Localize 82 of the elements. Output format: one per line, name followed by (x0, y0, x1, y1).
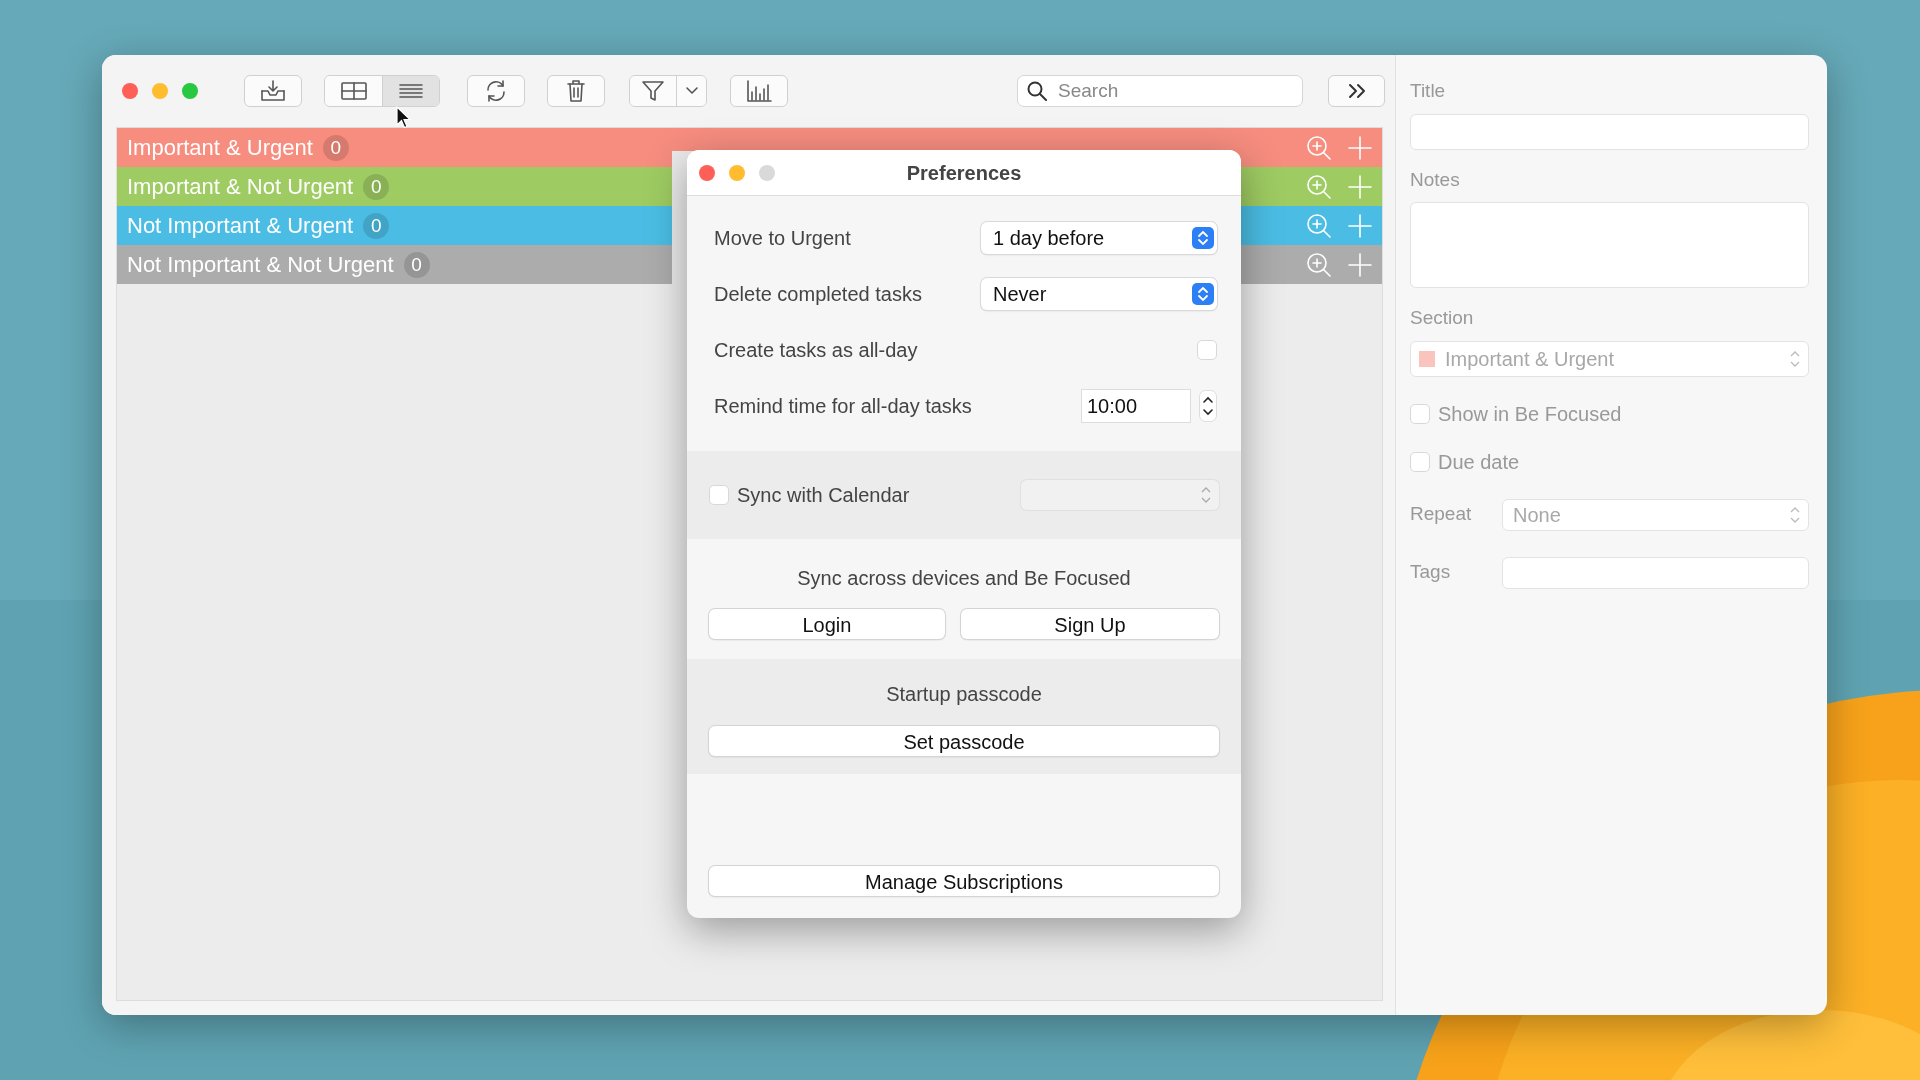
setting-label: Create tasks as all-day (714, 338, 918, 363)
notes-field[interactable] (1410, 202, 1809, 288)
checkbox[interactable] (709, 485, 729, 505)
select-field[interactable]: 1 day before (981, 222, 1217, 254)
checkbox-label: Due date (1438, 449, 1520, 475)
count-badge: 0 (363, 173, 390, 200)
funnel-icon (641, 79, 665, 103)
field-label: Tags (1410, 560, 1452, 585)
section-label: Startup passcode (885, 682, 1043, 707)
delete-button[interactable] (547, 75, 605, 107)
sign-up-button[interactable]: Sign Up (960, 609, 1219, 639)
zoom-in-icon[interactable] (1306, 212, 1332, 239)
minimize-button[interactable] (729, 164, 745, 181)
bar-chart-icon (746, 80, 772, 102)
plus-icon[interactable] (1348, 252, 1372, 277)
stepper-icon[interactable] (1199, 390, 1217, 422)
field-label: Title (1410, 79, 1447, 103)
select-value: Never (993, 282, 1048, 307)
zoom-in-icon[interactable] (1306, 134, 1332, 161)
login-button[interactable]: Login (709, 609, 945, 639)
plus-icon[interactable] (1348, 135, 1372, 160)
section-name: Not Important & Urgent (127, 212, 354, 240)
zoom-button[interactable] (182, 83, 198, 99)
select-field[interactable]: Never (981, 278, 1217, 310)
section-name: Not Important & Not Urgent (127, 251, 394, 279)
plus-icon[interactable] (1348, 213, 1372, 238)
section-name: Important & Not Urgent (127, 173, 354, 201)
search-field[interactable]: Search (1017, 75, 1303, 107)
field-label: Section (1410, 306, 1475, 330)
section-name: Important & Urgent (127, 134, 313, 162)
refresh-button[interactable] (467, 75, 525, 107)
inbox-button[interactable] (244, 75, 302, 107)
set-passcode-button[interactable]: Set passcode (709, 726, 1219, 756)
tags-field[interactable] (1502, 556, 1809, 589)
setting-label: Remind time for all-day tasks (714, 394, 972, 419)
plus-icon[interactable] (1348, 174, 1372, 199)
chevron-down-icon (684, 86, 699, 96)
close-button[interactable] (699, 164, 715, 181)
zoom-in-icon[interactable] (1306, 173, 1332, 200)
zoom-button[interactable] (759, 164, 775, 181)
view-toggle[interactable] (324, 75, 440, 107)
inbox-icon (259, 79, 287, 103)
close-button[interactable] (122, 83, 138, 99)
list-view-button[interactable] (382, 76, 439, 106)
stepper-icon (1192, 227, 1214, 249)
cursor-icon (396, 106, 412, 130)
expand-button[interactable] (1328, 75, 1385, 107)
count-badge: 0 (403, 251, 430, 278)
statistics-button[interactable] (730, 75, 788, 107)
grid-icon (340, 82, 367, 100)
count-badge: 0 (363, 212, 390, 239)
filter-control[interactable] (629, 75, 707, 107)
search-icon (1027, 81, 1047, 101)
checkbox-label: Show in Be Focused (1438, 401, 1622, 427)
manage-subscriptions-button[interactable]: Manage Subscriptions (709, 866, 1219, 896)
count-badge: 0 (322, 134, 349, 161)
refresh-icon (484, 79, 508, 103)
stepper-icon (1201, 486, 1211, 504)
zoom-in-icon[interactable] (1306, 251, 1332, 278)
trash-icon (566, 79, 586, 103)
title-field[interactable] (1410, 113, 1809, 150)
sync-text: Sync across devices and Be Focused (796, 566, 1132, 591)
filter-button[interactable] (630, 76, 676, 106)
select-value: None (1513, 502, 1561, 528)
select-value: 1 day before (993, 226, 1106, 251)
time-field[interactable]: 10:00 (1081, 389, 1191, 423)
minimize-button[interactable] (152, 83, 168, 99)
stepper-icon (1790, 349, 1800, 368)
field-label: Notes (1410, 167, 1461, 192)
setting-label: Delete completed tasks (714, 282, 922, 307)
dialog-title: Preferences (906, 160, 1022, 186)
double-chevron-icon (1346, 83, 1367, 99)
checkbox[interactable] (1197, 340, 1217, 360)
setting-label: Move to Urgent (714, 226, 851, 251)
select-value: Important & Urgent (1445, 346, 1614, 372)
checkbox-label: Sync with Calendar (737, 483, 910, 508)
grid-view-button[interactable] (325, 76, 382, 106)
stepper-icon (1192, 283, 1214, 305)
field-label: Repeat (1410, 502, 1473, 527)
stepper-icon (1790, 505, 1800, 524)
list-icon (398, 82, 424, 100)
filter-menu-button[interactable] (676, 76, 706, 106)
